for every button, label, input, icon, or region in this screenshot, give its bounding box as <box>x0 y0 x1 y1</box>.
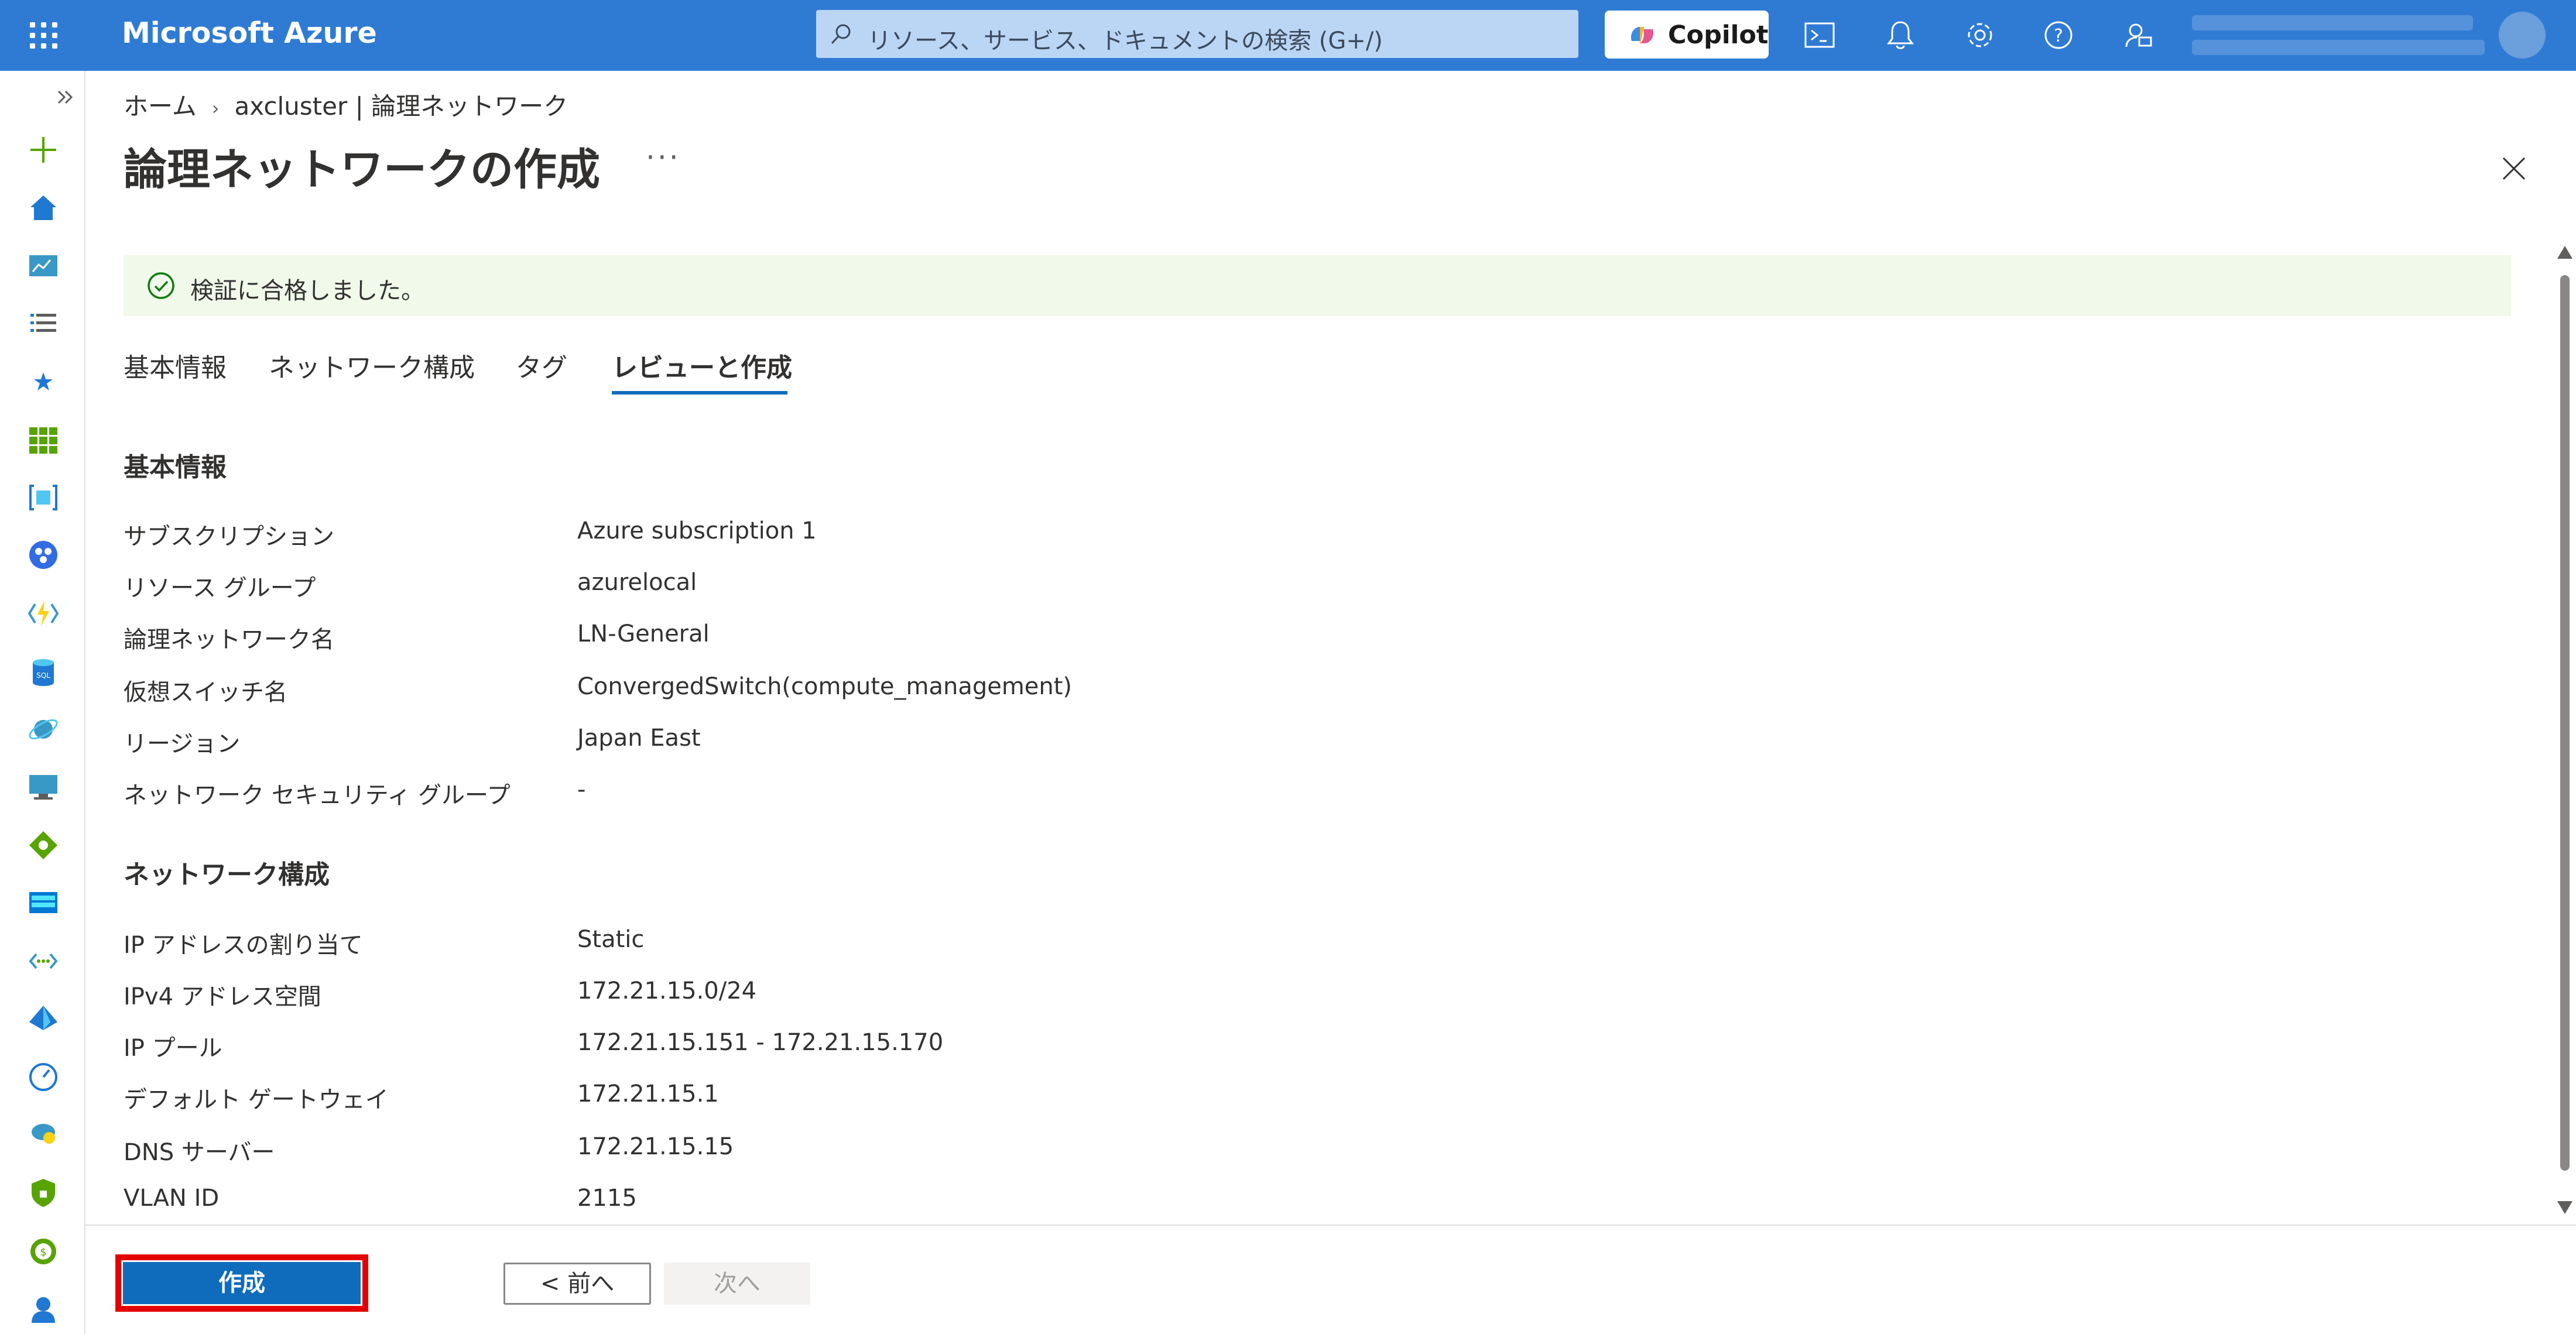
help-support-icon[interactable] <box>27 1292 60 1325</box>
advisor-icon[interactable] <box>27 1118 60 1151</box>
expand-menu-icon[interactable] <box>54 85 77 109</box>
monitor-icon[interactable] <box>27 1061 60 1093</box>
label-dns-server: DNS サーバー <box>124 1139 275 1166</box>
scroll-thumb[interactable] <box>2560 275 2570 1171</box>
value-nsg: - <box>577 776 586 803</box>
favorites-icon[interactable] <box>27 365 60 398</box>
breadcrumb-home[interactable]: ホーム <box>124 92 197 121</box>
scroll-up-arrow-icon[interactable] <box>2557 246 2572 259</box>
create-resource-icon[interactable] <box>27 133 60 166</box>
notifications-icon[interactable] <box>1883 18 1918 53</box>
account-directory-redacted <box>2192 40 2485 55</box>
value-ip-allocation: Static <box>577 926 645 953</box>
checkmark-circle-icon <box>148 272 174 299</box>
page-title: 論理ネットワークの作成 <box>124 145 600 195</box>
active-tab-indicator <box>612 391 787 395</box>
section-basics-title: 基本情報 <box>124 452 227 482</box>
tab-tags[interactable]: タグ <box>516 347 567 384</box>
label-default-gateway: デフォルト ゲートウェイ <box>124 1086 389 1113</box>
label-ip-allocation: IP アドレスの割り当て <box>124 932 363 959</box>
kubernetes-icon[interactable] <box>27 539 60 571</box>
copilot-icon <box>1630 27 1654 43</box>
cloud-shell-icon[interactable] <box>1802 18 1837 53</box>
settings-icon[interactable] <box>1962 18 1998 53</box>
tab-review-create[interactable]: レビューと作成 <box>612 347 792 384</box>
next-button[interactable]: 次へ <box>664 1263 810 1305</box>
vertical-scrollbar[interactable] <box>2556 246 2574 1221</box>
label-resource-group: リソース グループ <box>124 575 316 602</box>
validation-message: 検証に合格しました。 <box>190 277 424 304</box>
feedback-icon[interactable] <box>2121 18 2156 53</box>
copilot-label: Copilot <box>1668 20 1769 50</box>
account-info[interactable] <box>2192 12 2496 60</box>
search-input[interactable]: リソース、サービス、ドキュメントの検索 (G+/) <box>816 10 1578 58</box>
cosmos-db-icon[interactable] <box>27 713 60 746</box>
label-nsg: ネットワーク セキュリティ グループ <box>124 782 511 809</box>
dashboard-icon[interactable] <box>27 249 60 282</box>
value-resource-group: azurelocal <box>577 569 697 596</box>
sql-database-icon[interactable]: SQL <box>27 656 60 688</box>
search-icon <box>831 24 851 44</box>
wizard-footer <box>85 1225 2576 1334</box>
all-services-icon[interactable] <box>27 307 60 339</box>
defender-icon[interactable] <box>27 1177 60 1209</box>
breadcrumb-current[interactable]: axcluster | 論理ネットワーク <box>235 92 568 121</box>
value-vlan-id: 2115 <box>577 1185 637 1212</box>
more-options-button[interactable]: ··· <box>646 140 681 174</box>
search-placeholder: リソース、サービス、ドキュメントの検索 (G+/) <box>868 28 1383 54</box>
help-icon[interactable]: ? <box>2041 18 2076 53</box>
value-logical-network-name: LN-General <box>577 620 710 647</box>
cost-management-icon[interactable]: $ <box>27 1235 60 1268</box>
home-icon[interactable] <box>27 191 60 224</box>
value-region: Japan East <box>577 725 701 752</box>
virtual-networks-icon[interactable] <box>27 945 60 978</box>
value-ipv4-address-space: 172.21.15.0/24 <box>577 978 757 1004</box>
svg-text:?: ? <box>2054 26 2063 46</box>
virtual-machines-icon[interactable] <box>27 770 60 803</box>
validation-banner: 検証に合格しました。 <box>124 255 2511 316</box>
value-default-gateway: 172.21.15.1 <box>577 1081 719 1107</box>
portal-menu-icon[interactable] <box>28 19 60 51</box>
label-logical-network-name: 論理ネットワーク名 <box>124 626 334 653</box>
previous-button[interactable]: < 前へ <box>503 1263 651 1305</box>
label-subscription: サブスクリプション <box>124 523 334 550</box>
label-virtual-switch-name: 仮想スイッチ名 <box>124 679 287 706</box>
avatar[interactable] <box>2499 12 2546 59</box>
value-ip-pool: 172.21.15.151 - 172.21.15.170 <box>577 1029 944 1056</box>
storage-accounts-icon[interactable] <box>27 886 60 919</box>
breadcrumb: ホーム › axcluster | 論理ネットワーク <box>124 87 568 122</box>
svg-text:SQL: SQL <box>36 671 50 680</box>
tab-network-config[interactable]: ネットワーク構成 <box>269 347 475 384</box>
chevron-right-icon: › <box>211 97 220 119</box>
copilot-button[interactable]: Copilot <box>1605 11 1769 59</box>
top-bar: Microsoft Azure リソース、サービス、ドキュメントの検索 (G+/… <box>0 0 2576 71</box>
load-balancer-icon[interactable] <box>27 829 60 862</box>
label-vlan-id: VLAN ID <box>124 1185 220 1212</box>
value-subscription: Azure subscription 1 <box>577 517 817 544</box>
value-virtual-switch-name: ConvergedSwitch(compute_management) <box>577 673 1073 700</box>
create-button[interactable]: 作成 <box>123 1262 361 1304</box>
scroll-down-arrow-icon[interactable] <box>2557 1201 2572 1214</box>
resource-groups-icon[interactable] <box>27 481 60 514</box>
label-ip-pool: IP プール <box>124 1035 222 1062</box>
label-ipv4-address-space: IPv4 アドレス空間 <box>124 983 321 1010</box>
value-dns-server: 172.21.15.15 <box>577 1133 734 1160</box>
function-app-icon[interactable] <box>27 597 60 630</box>
account-name-redacted <box>2192 15 2473 30</box>
entra-id-icon[interactable] <box>27 1002 60 1035</box>
brand-title[interactable]: Microsoft Azure <box>122 16 377 50</box>
svg-text:$: $ <box>40 1246 46 1258</box>
all-resources-icon[interactable] <box>27 424 60 457</box>
section-network-title: ネットワーク構成 <box>124 860 330 890</box>
tab-basics[interactable]: 基本情報 <box>124 347 227 384</box>
label-region: リージョン <box>124 731 241 757</box>
close-icon[interactable] <box>2496 151 2532 186</box>
